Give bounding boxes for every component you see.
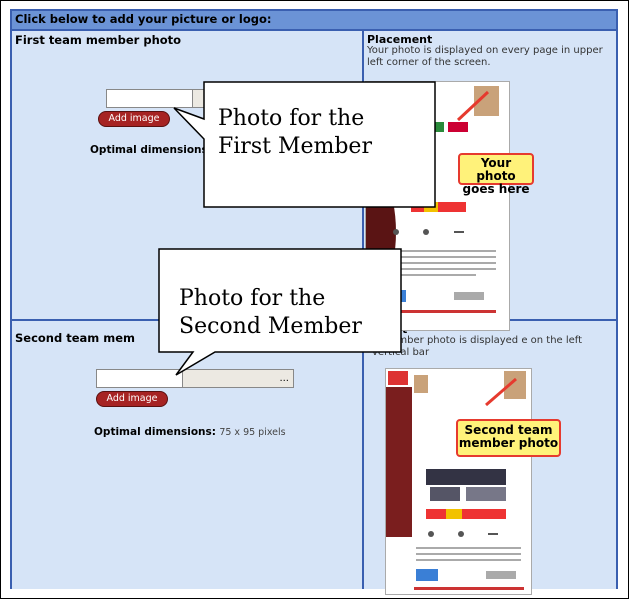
screenshot-frame: Click below to add your picture or logo:… [0,0,629,599]
second-member-callout-text: Photo for the Second Member [179,286,362,339]
first-member-callout-text: Photo for the First Member [218,106,372,159]
